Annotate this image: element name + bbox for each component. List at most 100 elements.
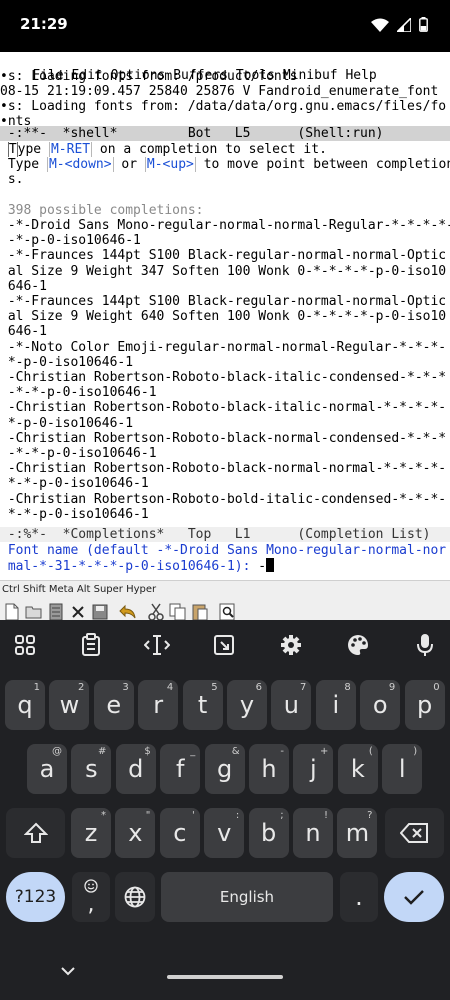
- copy-icon[interactable]: [168, 602, 188, 622]
- completion-item[interactable]: -*-Fraunces 144pt S100 Black-regular-nor…: [0, 294, 450, 309]
- theme-palette-icon[interactable]: [334, 628, 382, 662]
- emoji-icon: [84, 879, 98, 893]
- key-label: e: [106, 691, 122, 719]
- backspace-key[interactable]: [385, 808, 444, 858]
- shell-line: 08-15 21:19:09.457 25840 25876 V Fandroi…: [0, 84, 439, 99]
- completion-item[interactable]: -*-Noto Color Emoji-regular-normal-norma…: [0, 340, 450, 355]
- key-z[interactable]: z *: [71, 808, 111, 858]
- point-char: T: [7, 142, 18, 158]
- key-b[interactable]: b;: [248, 808, 289, 858]
- status-bar: 21:29: [0, 0, 450, 52]
- paste-icon[interactable]: [190, 602, 210, 622]
- key-m-up: M-<up>: [144, 157, 196, 173]
- completion-item[interactable]: -*-*-p-0-iso10646-1: [0, 446, 450, 461]
- enter-key[interactable]: [384, 872, 444, 922]
- completion-item[interactable]: *-p-0-iso10646-1: [0, 355, 450, 370]
- key-x[interactable]: x ": [115, 808, 156, 858]
- minibuffer-input-line[interactable]: mal-*-31-*-*-*-p-0-iso10646-1): -: [0, 558, 450, 573]
- shell-modeline[interactable]: -:**- *shell* Bot L5 (Shell:run): [0, 126, 450, 141]
- completion-item[interactable]: 646-1: [0, 279, 450, 294]
- key-g[interactable]: g &: [204, 744, 245, 794]
- key-e[interactable]: e3: [93, 680, 134, 730]
- completion-item[interactable]: -*-*-p-0-iso10646-1: [0, 385, 450, 400]
- new-file-icon[interactable]: [2, 602, 22, 622]
- key-s[interactable]: s #: [71, 744, 112, 794]
- completion-item[interactable]: -Christian Robertson-Roboto-black-italic…: [0, 370, 450, 385]
- key-u[interactable]: u7: [271, 680, 312, 730]
- modifier-bar[interactable]: Ctrl Shift Meta Alt Super Hyper: [0, 580, 450, 599]
- completion-item[interactable]: -Christian Robertson-Roboto-black-italic…: [0, 400, 450, 415]
- completion-item[interactable]: al Size 9 Weight 347 Soften 100 Wonk 0-*…: [0, 264, 450, 279]
- key-f[interactable]: f _: [160, 744, 201, 794]
- key-l[interactable]: l): [382, 744, 423, 794]
- completion-item[interactable]: -*-Droid Sans Mono-regular-normal-normal…: [0, 218, 450, 233]
- key-hint: *: [101, 810, 106, 821]
- key-a[interactable]: a @: [27, 744, 67, 794]
- undo-icon[interactable]: [118, 602, 138, 622]
- language-globe-key[interactable]: [115, 872, 155, 922]
- key-hint: $: [144, 746, 151, 757]
- open-folder-icon[interactable]: [24, 602, 44, 622]
- key-j[interactable]: j +: [293, 744, 334, 794]
- completion-item[interactable]: *-*-p-0-iso10646-1: [0, 507, 450, 522]
- close-icon[interactable]: [68, 602, 88, 622]
- hide-keyboard-chevron-icon[interactable]: [61, 967, 75, 976]
- cut-icon[interactable]: [146, 602, 166, 622]
- completion-item[interactable]: *-*-p-0-iso10646-1: [0, 476, 450, 491]
- completion-item[interactable]: *-p-0-iso10646-1: [0, 416, 450, 431]
- key-hint: ?: [367, 810, 373, 821]
- home-gesture-handle[interactable]: [167, 975, 283, 979]
- shift-key[interactable]: [6, 808, 65, 858]
- key-label: v: [217, 819, 232, 847]
- completion-item[interactable]: -Christian Robertson-Roboto-black-normal…: [0, 431, 450, 446]
- key-d[interactable]: d $: [115, 744, 156, 794]
- settings-gear-icon[interactable]: [267, 628, 315, 662]
- shell-line: •s: Loading fonts from: /product/fonts: [0, 69, 298, 84]
- microphone-icon[interactable]: [401, 628, 449, 662]
- dired-icon[interactable]: [46, 602, 66, 622]
- text-cursor-icon[interactable]: [133, 628, 181, 662]
- key-y[interactable]: y6: [227, 680, 267, 730]
- emoji-comma-key[interactable]: ,: [72, 872, 110, 922]
- checkmark-icon: [404, 890, 424, 905]
- space-key[interactable]: English: [161, 872, 333, 922]
- key-label: k: [350, 755, 365, 783]
- period-key[interactable]: .: [340, 872, 378, 922]
- key-r[interactable]: r4: [138, 680, 179, 730]
- key-label: o: [372, 691, 388, 719]
- clipboard-icon[interactable]: [67, 628, 115, 662]
- completion-item[interactable]: -Christian Robertson-Roboto-black-normal…: [0, 461, 450, 476]
- key-i[interactable]: i8: [315, 680, 356, 730]
- completions-modeline[interactable]: -:%*- *Completions* Top L1 (Completion L…: [0, 527, 450, 542]
- search-icon[interactable]: [218, 602, 238, 622]
- key-hint: 7: [300, 682, 307, 693]
- completion-item[interactable]: al Size 9 Weight 640 Soften 100 Wonk 0-*…: [0, 309, 450, 324]
- key-v[interactable]: v:: [204, 808, 245, 858]
- key-hint: 8: [344, 682, 351, 693]
- key-h[interactable]: h-: [249, 744, 289, 794]
- completion-item[interactable]: -*-p-0-iso10646-1: [0, 233, 450, 248]
- key-c[interactable]: c ': [159, 808, 200, 858]
- symbols-key[interactable]: ?123: [6, 872, 65, 922]
- key-q[interactable]: q1: [5, 680, 45, 730]
- completion-item[interactable]: -*-Fraunces 144pt S100 Black-regular-nor…: [0, 248, 450, 263]
- key-o[interactable]: o9: [360, 680, 401, 730]
- minibuffer-input[interactable]: -: [258, 559, 266, 573]
- key-n[interactable]: n!: [293, 808, 333, 858]
- floating-keyboard-icon[interactable]: [200, 628, 248, 662]
- completion-item[interactable]: -Christian Robertson-Roboto-bold-italic-…: [0, 492, 450, 507]
- key-hint: 2: [78, 682, 85, 693]
- emacs-menubar: File Edit Options Buffers Tools Minibuf …: [0, 52, 450, 83]
- key-label: s: [85, 755, 98, 783]
- key-w[interactable]: w2: [49, 680, 90, 730]
- key-t[interactable]: t5: [182, 680, 223, 730]
- save-icon[interactable]: [90, 602, 110, 622]
- key-m[interactable]: m?: [337, 808, 378, 858]
- shell-line: •nts: [0, 114, 32, 126]
- key-p[interactable]: p0: [404, 680, 445, 730]
- key-k[interactable]: k(: [337, 744, 378, 794]
- apps-grid-icon[interactable]: [1, 628, 49, 662]
- completion-item[interactable]: 646-1: [0, 324, 450, 339]
- minibuffer-prompt-line: Font name (default -*-Droid Sans Mono-re…: [0, 543, 447, 558]
- key-hint: #: [98, 746, 107, 757]
